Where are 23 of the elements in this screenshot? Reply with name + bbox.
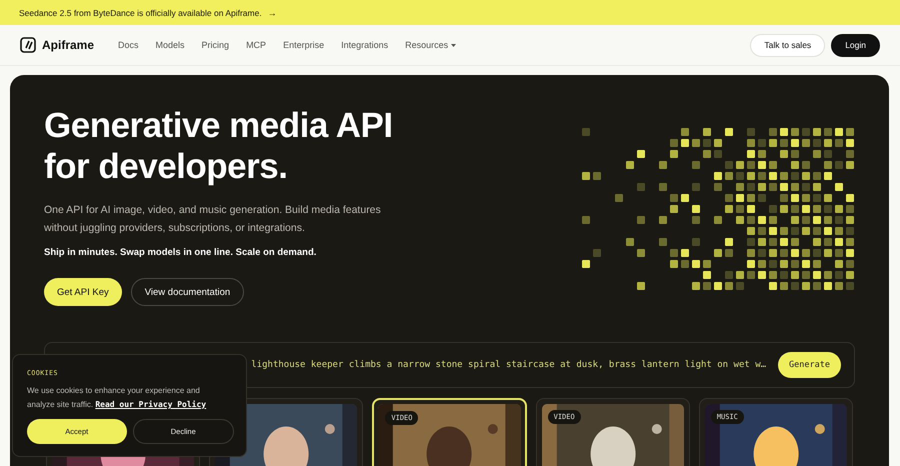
api-key-button[interactable]: Get API Key: [44, 278, 122, 306]
prompt-text: lighthouse keeper climbs a narrow stone spiral staircase at dusk, brass lantern light on wet w…: [251, 360, 766, 370]
sales-button[interactable]: Talk to sales: [750, 34, 826, 56]
nav-link[interactable]: Integrations: [341, 40, 388, 50]
logo-icon[interactable]: [20, 37, 36, 53]
banner-text: Seedance 2.5 from ByteDance is officially available on Apiframe.: [19, 8, 262, 18]
nav-link[interactable]: Pricing: [202, 40, 230, 50]
hero-subtitle: One API for AI image, video, and music generation. Build media features without juggling providers, subscriptions, or integrations.: [44, 203, 382, 236]
nav-link[interactable]: Resources: [405, 40, 456, 50]
arrow-icon: →: [268, 8, 277, 18]
announcement-banner[interactable]: Seedance 2.5 from ByteDance is officially available on Apiframe. →: [0, 0, 900, 25]
hero-tagline: Ship in minutes. Swap models in one line. Scale on demand.: [44, 247, 318, 258]
nav-link[interactable]: Docs: [118, 40, 139, 50]
cookie-text: We use cookies to enhance your experience and analyze site traffic. Read our Privacy Policy: [27, 385, 208, 411]
hero-title: Generative media API for developers.: [44, 105, 394, 187]
logo-text[interactable]: Apiframe: [42, 38, 94, 52]
nav-link[interactable]: MCP: [246, 40, 266, 50]
nav-link[interactable]: Models: [156, 40, 185, 50]
login-button[interactable]: Login: [831, 34, 880, 56]
nav-link[interactable]: Enterprise: [283, 40, 324, 50]
documentation-button[interactable]: View documentation: [130, 278, 244, 306]
generate-button[interactable]: Generate: [778, 352, 841, 378]
privacy-link[interactable]: Read our Privacy Policy: [95, 400, 206, 409]
